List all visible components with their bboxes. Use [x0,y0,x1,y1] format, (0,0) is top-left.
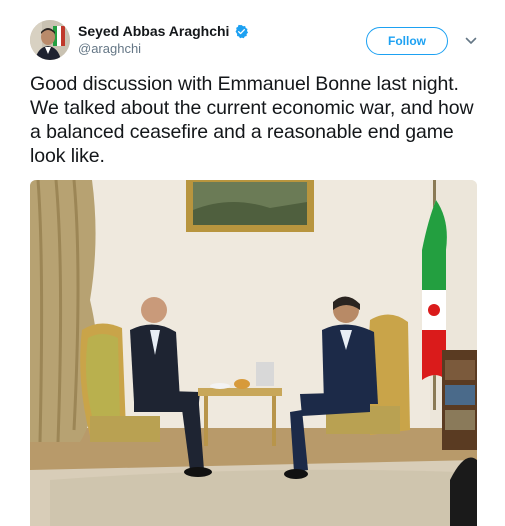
display-name[interactable]: Seyed Abbas Araghchi [78,23,229,39]
avatar-image [30,20,70,60]
chevron-down-icon[interactable] [465,36,477,46]
user-handle[interactable]: @araghchi [78,41,249,56]
tweet-photo[interactable] [30,180,477,526]
tweet-text: Good discussion with Emmanuel Bonne last… [30,73,474,167]
follow-button[interactable]: Follow [366,27,448,55]
verified-badge-icon [236,24,249,38]
user-header: Seyed Abbas Araghchi @araghchi [78,23,249,56]
display-name-row: Seyed Abbas Araghchi [78,23,249,39]
tweet-card: Seyed Abbas Araghchi @araghchi Follow Go… [0,0,505,526]
meeting-photo-image [30,180,477,526]
avatar[interactable] [30,20,70,60]
